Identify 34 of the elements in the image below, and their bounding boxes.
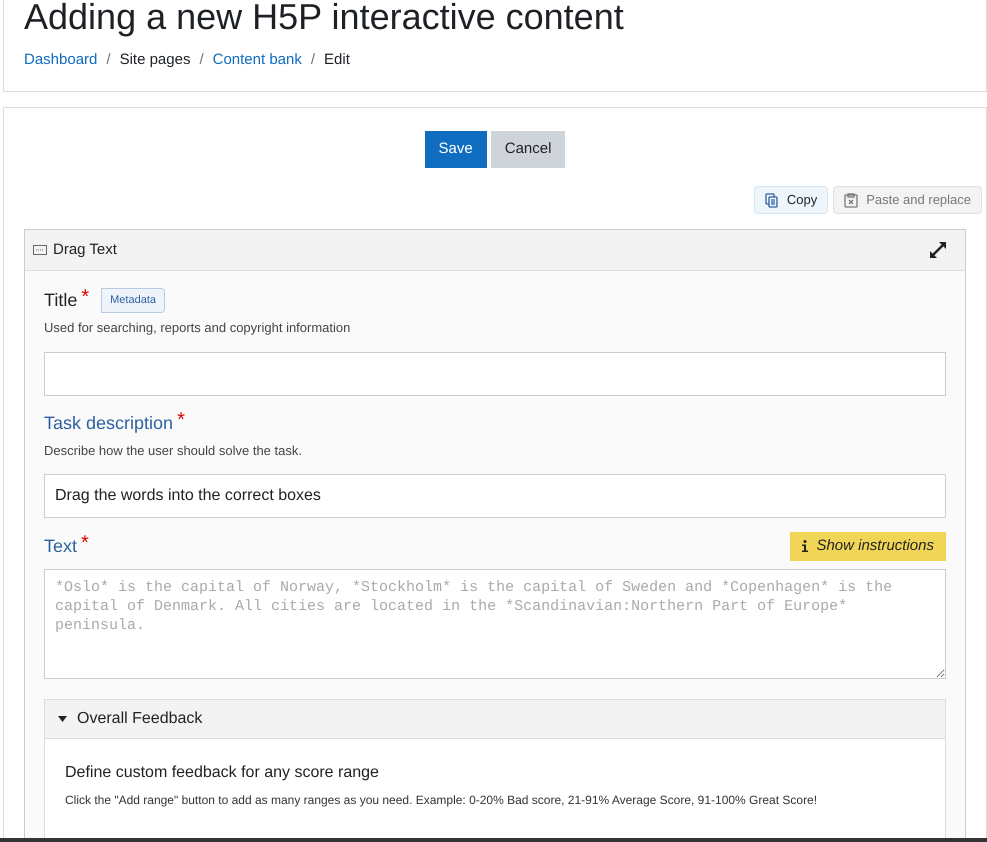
copy-button[interactable]: Copy [754,186,828,214]
field-description: Describe how the user should solve the task. [44,442,303,460]
page-title: Adding a new H5P interactive content [24,0,625,35]
text-field-icon [33,245,47,255]
caret-icon [58,716,67,722]
copy-icon [764,192,779,208]
required-marker: * [177,410,185,430]
metadata-button[interactable]: Metadata [101,288,166,312]
text-field[interactable] [44,352,946,396]
field-description: Used for searching, reports and copyright information [44,319,352,337]
clipboard-icon [844,192,858,208]
breadcrumb-separator: / [199,50,204,70]
save-button[interactable]: Save [424,131,487,168]
required-marker: * [81,287,90,307]
section-header[interactable]: Overall Feedback [45,700,945,738]
field-label: Title [44,289,78,312]
breadcrumb-separator: / [106,50,111,70]
breadcrumb-item: Site pages [120,50,190,70]
breadcrumb-link[interactable]: Content bank [212,49,302,72]
section-description: Click the "Add range" button to add as many ranges as you need. Example: 0-20% Bad score, 21-91% Average Score, 91-100% Great Score! [65,792,818,808]
text-field[interactable]: Drag the words into the correct boxes [44,474,946,518]
section-heading: Define custom feedback for any score range [65,762,380,782]
expand-icon[interactable] [928,240,948,260]
show-instructions-button[interactable]: Show instructions [790,532,946,560]
cancel-button[interactable]: Cancel [490,131,566,168]
field-label: Task description [44,412,174,435]
breadcrumb-item: Edit [324,50,350,70]
text-area[interactable]: *Oslo* is the capital of Norway, *Stockholm* is the capital of Sweden and *Copenhagen* is the capital of Denmark. All cities are located in the *Scandinavian:Northern Part of Europe* peninsula. [44,568,946,678]
breadcrumb-separator: / [310,50,316,70]
editor-title: Drag Text [53,240,117,260]
breadcrumb-link[interactable]: Dashboard [24,49,98,72]
required-marker: * [81,532,89,553]
info-icon [802,540,808,552]
field-label: Text [44,534,78,558]
